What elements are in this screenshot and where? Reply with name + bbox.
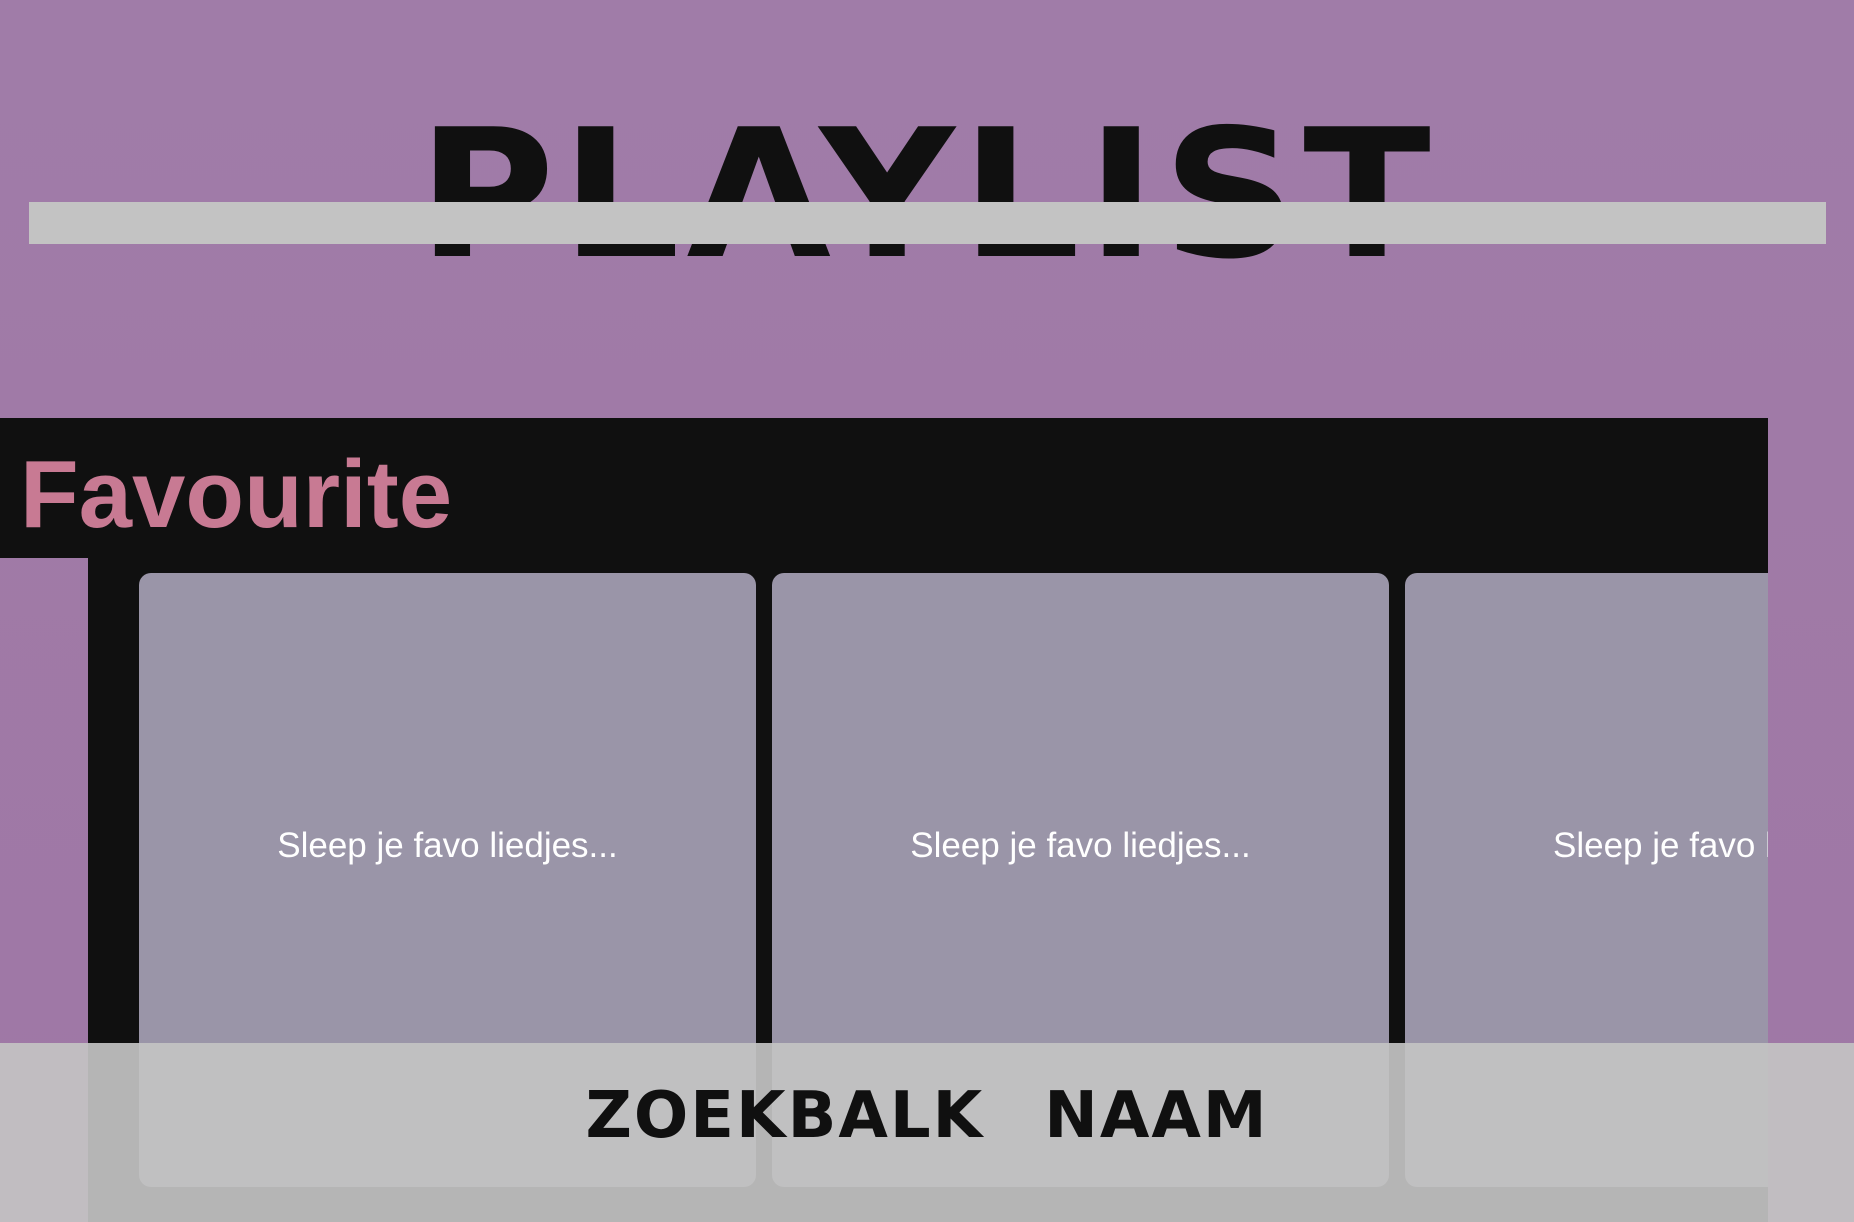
- name-button[interactable]: NAAM: [1044, 1084, 1268, 1148]
- favourites-title: Favourite: [20, 441, 453, 548]
- drop-card-placeholder: Sleep je favo liedjes...: [277, 826, 618, 865]
- drop-card-placeholder: Sleep je favo liedjes...: [910, 826, 1251, 865]
- search-bar-button[interactable]: ZOEKBALK: [585, 1084, 984, 1148]
- drop-card-placeholder: Sleep je favo liedjes...: [1553, 826, 1768, 865]
- bottom-bar-labels: ZOEKBALK NAAM: [0, 1084, 1854, 1148]
- page-title: PLAYLIST: [417, 91, 1437, 298]
- search-bar[interactable]: [29, 202, 1826, 244]
- page-header: PLAYLIST: [0, 106, 1854, 284]
